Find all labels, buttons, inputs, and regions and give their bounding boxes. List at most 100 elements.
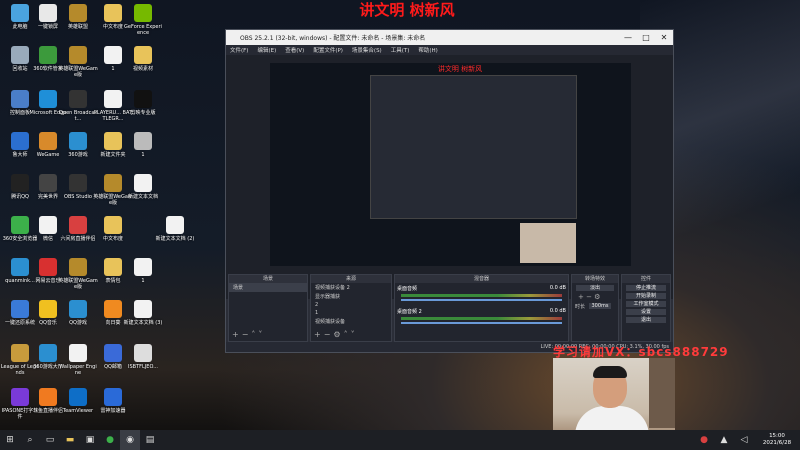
control-button[interactable]: 停止推流 [626,285,666,291]
menu-item[interactable]: 工具(T) [391,46,410,54]
obs-taskbar-icon[interactable]: ◉ [120,430,140,450]
desktop-icon[interactable]: 英雄联盟 [58,4,98,30]
desktop-icon-label: 英雄联盟WeGame版 [58,66,98,78]
volume-slider[interactable] [401,322,562,324]
desktop-icon[interactable]: TeamViewer [58,388,98,414]
obs-icon [69,174,87,192]
scenes-toolbar[interactable]: +−˄˅ [232,330,265,339]
desktop-icon-label: 英雄联盟WeGame版 [58,278,98,290]
control-button[interactable]: 工作室模式 [626,301,666,307]
mixer-channel[interactable]: 桌面音频 0.0 dB [395,283,568,306]
source-item[interactable]: 视频捕获设备 [311,317,391,326]
desktop-icon[interactable]: 新建文本文档 [123,174,163,200]
desktop-icon[interactable]: 雷神加速器 [93,388,133,414]
desktop-icon[interactable]: 六间房直播伴侣 [58,216,98,242]
360-game-icon [39,344,57,362]
volume-icon[interactable]: ◁ [734,430,754,450]
nested-webcam [520,223,576,263]
desktop-icon[interactable]: 新建文本文档 (2) [155,216,195,242]
mixer-channel-name: 桌面音频 2 [397,309,422,315]
scenes-list[interactable]: 场景 [229,283,307,292]
menu-item[interactable]: 帮助(H) [418,46,437,54]
store-icon[interactable]: ▣ [80,430,100,450]
wegame-icon [39,132,57,150]
inner-overlay-title: 讲文明 树新风 [437,65,483,73]
menu-item[interactable]: 配置文件(P) [313,46,343,54]
desktop-icon[interactable]: GeForce Experience [123,4,163,36]
menu-item[interactable]: 查看(V) [285,46,304,54]
mixer-dock[interactable]: 混音器 桌面音频 0.0 dB 桌面音频 2 0.0 dB [394,274,569,342]
file-icon [104,46,122,64]
desktop-icon[interactable]: 360游戏 [58,132,98,158]
start-icon[interactable]: ⊞ [0,430,20,450]
desktop-icon[interactable]: 中文布度 [93,216,133,242]
desktop-icon[interactable]: 英雄联盟WeGame版 [58,258,98,290]
webcam-shelf [649,358,675,428]
source-item[interactable]: 显示器捕获 [311,292,391,301]
controls-dock[interactable]: 控件 停止推流 开始录制 工作室模式 设置 退出 [621,274,671,342]
mixer-channel-db: 0.0 dB [549,308,566,314]
desktop-icon[interactable]: Open Broadcast... [58,90,98,122]
obs-preview-area: 讲文明 树新风 [226,55,673,299]
teamviewer-icon [69,388,87,406]
nested-obs-preview [370,75,577,219]
desktop-icon[interactable]: 1 [123,258,163,284]
minimize-icon[interactable]: — [619,33,637,42]
desktop-icon[interactable]: 1 [123,132,163,158]
desktop-icon-label: 中文布度 [102,236,123,242]
duration-input[interactable]: 300ms [589,303,611,309]
menu-item[interactable]: 场景集合(S) [352,46,382,54]
sources-list[interactable]: 视频捕获设备 2 显示器捕获 2 1 视频捕获设备 [311,283,391,326]
task-view-icon[interactable]: ▭ [40,430,60,450]
tray-app-icon[interactable]: ● [694,430,714,450]
scenes-dock[interactable]: 场景 场景 +−˄˅ [228,274,308,342]
obs-window[interactable]: OBS 25.2.1 (32-bit, windows) - 配置文件: 未命名… [225,29,674,353]
browser-icon[interactable]: ● [100,430,120,450]
source-item[interactable]: 1 [311,309,391,317]
control-button[interactable]: 开始录制 [626,293,666,299]
menu-item[interactable]: 编辑(E) [257,46,276,54]
maximize-icon[interactable]: □ [637,33,655,42]
scenes-header: 场景 [229,275,307,283]
transition-select[interactable]: 淡出 [576,285,614,291]
scene-item[interactable]: 场景 [229,283,307,292]
sources-toolbar[interactable]: +−⚙˄˅ [314,330,358,339]
desktop-icon[interactable]: QQ游戏 [58,300,98,326]
computer-icon [11,4,29,22]
perfect-world-icon [39,174,57,192]
edge-icon [39,90,57,108]
mixer-channel[interactable]: 桌面音频 2 0.0 dB [395,306,568,329]
desktop-icon[interactable]: 英雄联盟WeGame版 [58,46,98,78]
typing-icon [11,388,29,406]
mixer-channels[interactable]: 桌面音频 0.0 dB 桌面音频 2 0.0 dB [395,283,568,329]
sources-dock[interactable]: 来源 视频捕获设备 2 显示器捕获 2 1 视频捕获设备 +−⚙˄˅ [310,274,392,342]
obs-titlebar[interactable]: OBS 25.2.1 (32-bit, windows) - 配置文件: 未命名… [226,30,673,45]
desktop-icon[interactable]: ISBTFLJEO... [123,344,163,370]
desktop-icon[interactable]: 剪映专业版 [123,90,163,116]
transition-toolbar[interactable]: + − ⚙ [572,293,618,301]
tray-network-icon[interactable]: ▲ [714,430,734,450]
desktop-icon[interactable]: OBS Studio [58,174,98,200]
obs-preview-canvas[interactable]: 讲文明 树新风 [270,63,631,266]
source-item[interactable]: 2 [311,301,391,309]
source-item[interactable]: 视频捕获设备 2 [311,283,391,292]
control-button[interactable]: 退出 [626,317,666,323]
desktop-icon-label: GeForce Experience [124,24,162,36]
control-button[interactable]: 设置 [626,309,666,315]
file-explorer-icon[interactable]: ▬ [60,430,80,450]
file-icon [166,216,184,234]
sunflower-icon [104,300,122,318]
search-icon[interactable]: ⌕ [20,430,40,450]
desktop-icon-label: 六间房直播伴侣 [60,236,96,242]
desktop-icon[interactable]: 新建文本文档 (3) [123,300,163,326]
menu-item[interactable]: 文件(F) [230,46,248,54]
folder-icon [104,258,122,276]
desktop-icon[interactable]: Wallpaper Engine [58,344,98,376]
game-icon [104,174,122,192]
close-icon[interactable]: ✕ [655,33,673,42]
transitions-dock[interactable]: 转场特效 淡出 + − ⚙ 时长 300ms [571,274,619,342]
app-taskbar-icon[interactable]: ▤ [140,430,160,450]
desktop-icon[interactable]: 视频素材 [123,46,163,72]
taskbar-clock[interactable]: 15:00 2021/6/28 [754,433,800,447]
volume-slider[interactable] [401,299,562,301]
